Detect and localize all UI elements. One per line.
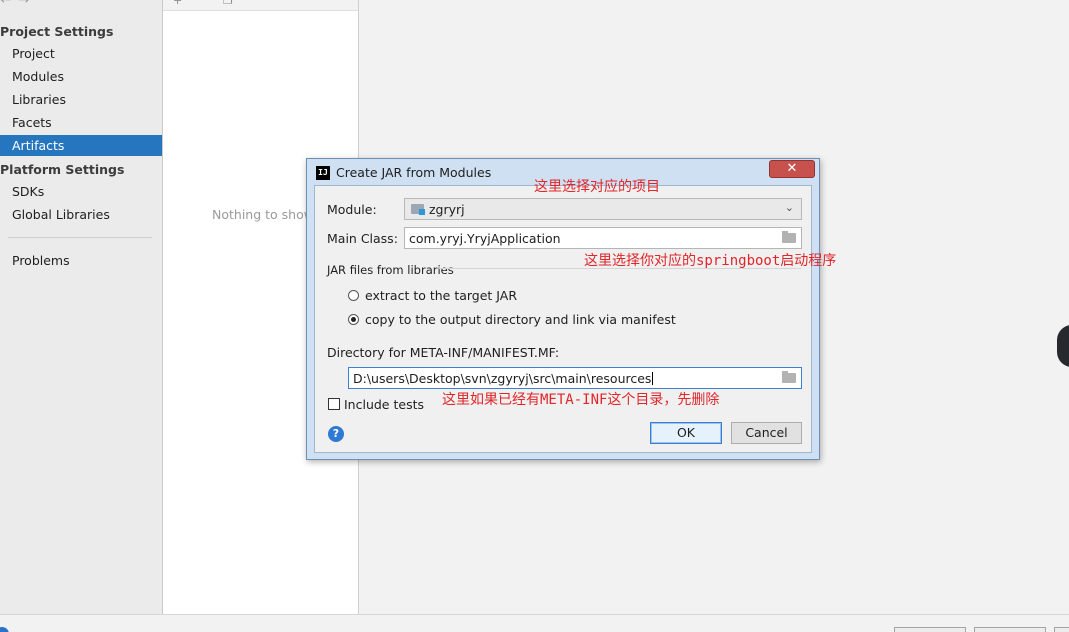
sidebar-item-problems[interactable]: Problems: [0, 250, 162, 271]
browse-folder-icon[interactable]: [782, 371, 796, 383]
radio-extract-label[interactable]: extract to the target JAR: [365, 288, 517, 303]
sidebar-item-sdks[interactable]: SDKs: [0, 181, 162, 202]
chevron-down-icon: ⌄: [784, 201, 794, 214]
empty-list-text: Nothing to show: [212, 207, 314, 222]
cancel-button[interactable]: Cancel: [731, 422, 802, 444]
sidebar-divider: [8, 237, 152, 238]
floating-widget[interactable]: [1057, 325, 1069, 367]
sidebar-item-libraries[interactable]: Libraries: [0, 89, 162, 110]
manifest-dir-value: D:\users\Desktop\svn\zgyryj\src\main\res…: [353, 371, 654, 386]
include-tests-label[interactable]: Include tests: [344, 397, 424, 412]
artifacts-toolbar: + ❐: [163, 0, 358, 11]
browse-folder-icon[interactable]: [782, 231, 796, 243]
project-structure-window: ← → Project Settings Project Modules Libr…: [0, 0, 1069, 632]
question-icon: ?: [332, 427, 340, 440]
sidebar-item-artifacts[interactable]: Artifacts: [0, 135, 162, 156]
add-icon[interactable]: +: [173, 0, 182, 7]
nav-arrows[interactable]: ← →: [0, 0, 35, 8]
copy-icon[interactable]: ❐: [223, 0, 233, 7]
dialog-title: Create JAR from Modules: [336, 165, 492, 180]
main-class-field[interactable]: com.yryj.YryjApplication: [404, 227, 802, 249]
bottom-button-strip: [0, 614, 1069, 632]
radio-extract[interactable]: [348, 290, 359, 301]
module-combobox[interactable]: zgryrj ⌄: [404, 198, 802, 220]
dialog-content: Module: zgryrj ⌄ Main Class: com.yryj.Yr…: [314, 185, 812, 453]
module-label: Module:: [327, 202, 377, 217]
main-ok-button[interactable]: [894, 627, 966, 632]
include-tests-checkbox[interactable]: [328, 398, 340, 410]
main-cancel-button[interactable]: [974, 627, 1046, 632]
radio-copy-label[interactable]: copy to the output directory and link vi…: [365, 312, 676, 327]
project-settings-header: Project Settings: [0, 24, 114, 39]
help-icon[interactable]: [0, 627, 9, 632]
main-apply-button[interactable]: [1054, 627, 1069, 632]
ok-button[interactable]: OK: [650, 422, 722, 444]
module-folder-icon: [411, 204, 425, 215]
module-annotation: 这里选择对应的项目: [534, 179, 660, 195]
create-jar-dialog: IJ Create JAR from Modules ✕ Module: zgr…: [306, 158, 820, 460]
help-button[interactable]: ?: [328, 426, 344, 442]
manifest-dir-field[interactable]: D:\users\Desktop\svn\zgyryj\src\main\res…: [348, 367, 802, 389]
sidebar-item-project[interactable]: Project: [0, 43, 162, 64]
back-arrow-icon[interactable]: ←: [0, 0, 12, 8]
module-value: zgryrj: [429, 202, 465, 217]
sidebar-item-modules[interactable]: Modules: [0, 66, 162, 87]
manifest-annotation: 这里如果已经有META-INF这个目录，先删除: [442, 392, 720, 408]
radio-copy[interactable]: [348, 314, 359, 325]
manifest-dir-text: D:\users\Desktop\svn\zgyryj\src\main\res…: [353, 371, 652, 386]
forward-arrow-icon[interactable]: →: [18, 0, 30, 8]
settings-sidebar: ← → Project Settings Project Modules Libr…: [0, 0, 163, 614]
jar-files-label: JAR files from libraries: [327, 263, 454, 277]
close-button[interactable]: ✕: [769, 160, 815, 178]
manifest-dir-label: Directory for META-INF/MANIFEST.MF:: [327, 345, 560, 360]
text-caret: [652, 372, 654, 385]
close-icon: ✕: [786, 161, 798, 176]
main-class-value: com.yryj.YryjApplication: [409, 231, 561, 246]
main-class-annotation: 这里选择你对应的springboot启动程序: [584, 253, 837, 269]
intellij-app-icon: IJ: [316, 166, 330, 180]
sidebar-item-global-libraries[interactable]: Global Libraries: [0, 204, 162, 225]
platform-settings-header: Platform Settings: [0, 162, 125, 177]
main-class-label: Main Class:: [327, 231, 398, 246]
sidebar-item-facets[interactable]: Facets: [0, 112, 162, 133]
